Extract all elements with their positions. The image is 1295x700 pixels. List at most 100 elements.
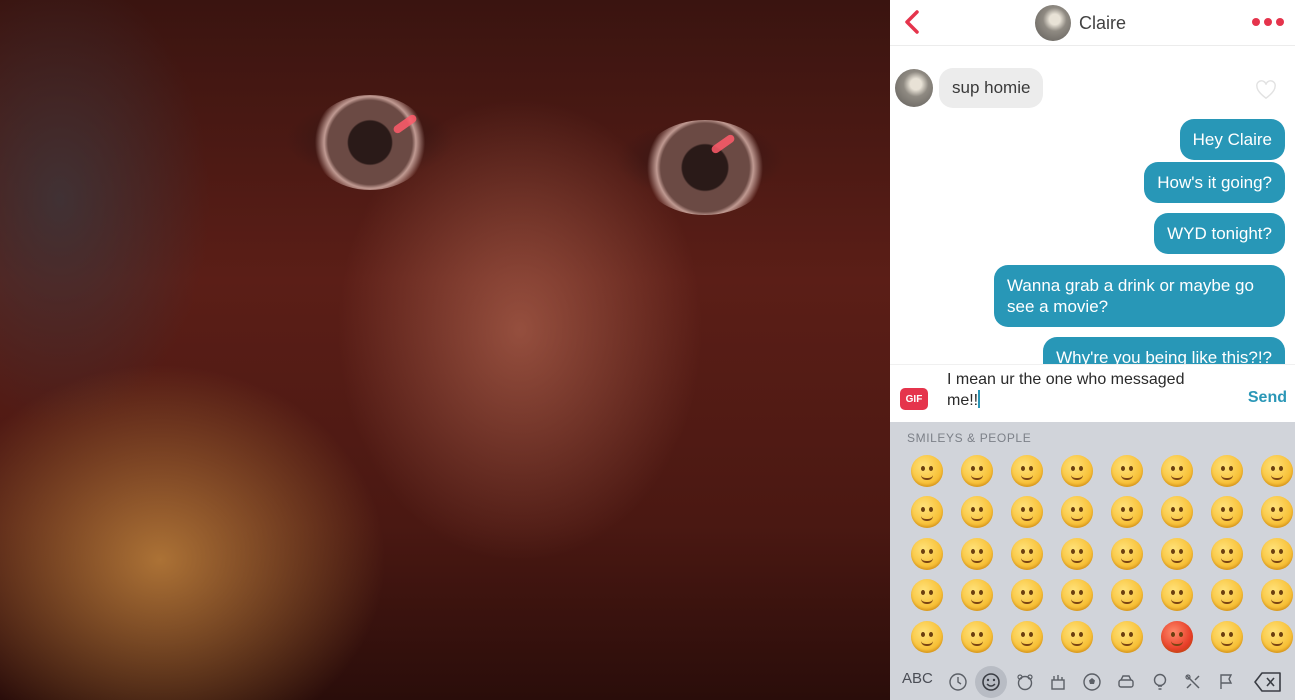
emoji-key[interactable] xyxy=(1002,450,1052,492)
emoji-key[interactable] xyxy=(902,575,952,617)
message-row-incoming: sup homie xyxy=(895,68,1044,108)
emoji-face-icon xyxy=(961,620,993,653)
emoji-key[interactable] xyxy=(952,533,1002,575)
emoji-key[interactable] xyxy=(1252,575,1295,617)
emoji-face-icon xyxy=(1261,496,1293,529)
emoji-key[interactable] xyxy=(1152,575,1202,617)
emoji-face-icon xyxy=(1111,620,1143,653)
emoji-face-icon xyxy=(1261,579,1293,612)
emoji-key[interactable] xyxy=(1102,492,1152,534)
bulb-icon xyxy=(1153,673,1167,690)
emoji-key[interactable] xyxy=(1152,492,1202,534)
emoji-key[interactable] xyxy=(952,616,1002,658)
emoji-key[interactable] xyxy=(952,450,1002,492)
emoji-key[interactable] xyxy=(1252,616,1295,658)
emoji-face-icon xyxy=(1111,496,1143,529)
emoji-key[interactable] xyxy=(1052,492,1102,534)
emoji-face-icon xyxy=(961,579,993,612)
message-list[interactable]: sup homie Hey Claire How's it going? WYD… xyxy=(890,46,1295,364)
chat-header: Claire xyxy=(890,0,1295,46)
emoji-key[interactable] xyxy=(1102,616,1152,658)
emoji-key[interactable] xyxy=(902,492,952,534)
emoji-key[interactable] xyxy=(1102,575,1152,617)
sender-avatar xyxy=(895,69,933,107)
category-animals[interactable] xyxy=(1012,669,1038,695)
symbols-icon xyxy=(1185,674,1200,689)
emoji-key[interactable] xyxy=(952,575,1002,617)
emoji-face-icon xyxy=(1161,496,1193,529)
emoji-key[interactable] xyxy=(1052,575,1102,617)
emoji-face-icon xyxy=(961,454,993,487)
car-icon xyxy=(1118,675,1134,688)
emoji-key[interactable] xyxy=(1002,575,1052,617)
emoji-face-icon xyxy=(1111,537,1143,570)
emoji-key[interactable] xyxy=(1052,616,1102,658)
emoji-key[interactable] xyxy=(1202,575,1252,617)
emoji-face-icon xyxy=(1011,620,1043,653)
message-bubble-outgoing[interactable]: Wanna grab a drink or maybe go see a mov… xyxy=(994,265,1285,327)
message-bubble-incoming[interactable]: sup homie xyxy=(939,68,1044,108)
contact-avatar xyxy=(1035,5,1071,41)
category-food[interactable] xyxy=(1045,669,1071,695)
abc-key[interactable]: ABC xyxy=(902,670,933,687)
emoji-face-icon xyxy=(1161,537,1193,570)
emoji-key[interactable] xyxy=(1002,492,1052,534)
emoji-key[interactable] xyxy=(1202,492,1252,534)
gif-button[interactable]: GIF xyxy=(900,388,928,410)
emoji-face-icon xyxy=(1211,620,1243,653)
emoji-face-icon xyxy=(1011,579,1043,612)
emoji-key[interactable] xyxy=(1152,616,1202,658)
emoji-key[interactable] xyxy=(1052,533,1102,575)
category-flags[interactable] xyxy=(1213,669,1239,695)
emoji-key[interactable] xyxy=(1102,533,1152,575)
emoji-key[interactable] xyxy=(902,533,952,575)
emoji-face-icon xyxy=(1261,537,1293,570)
emoji-face-icon xyxy=(1261,620,1293,653)
message-bubble-outgoing[interactable]: WYD tonight? xyxy=(1154,213,1285,254)
emoji-face-icon xyxy=(911,537,943,570)
emoji-key[interactable] xyxy=(1252,533,1295,575)
emoji-face-icon xyxy=(1161,579,1193,612)
emoji-key[interactable] xyxy=(1052,450,1102,492)
clock-icon xyxy=(949,673,967,691)
emoji-key[interactable] xyxy=(1152,450,1202,492)
category-objects[interactable] xyxy=(1147,669,1173,695)
emoji-key[interactable] xyxy=(902,450,952,492)
emoji-face-icon xyxy=(961,537,993,570)
message-bubble-outgoing[interactable]: Why're you being like this?!? xyxy=(1043,337,1285,364)
emoji-key[interactable] xyxy=(1202,616,1252,658)
emoji-face-icon xyxy=(1061,620,1093,653)
heart-like-icon[interactable] xyxy=(1255,80,1277,100)
emoji-key[interactable] xyxy=(1252,492,1295,534)
category-smileys[interactable] xyxy=(975,666,1007,698)
delete-button[interactable] xyxy=(1253,671,1283,693)
emoji-face-icon xyxy=(1161,620,1193,653)
contact-header[interactable]: Claire xyxy=(1035,5,1126,41)
emoji-key[interactable] xyxy=(952,492,1002,534)
emoji-key[interactable] xyxy=(1202,450,1252,492)
category-activity[interactable] xyxy=(1079,669,1105,695)
emoji-key[interactable] xyxy=(1002,616,1052,658)
emoji-face-icon xyxy=(911,579,943,612)
emoji-key[interactable] xyxy=(1252,450,1295,492)
emoji-key[interactable] xyxy=(1202,533,1252,575)
category-travel[interactable] xyxy=(1113,669,1139,695)
send-button[interactable]: Send xyxy=(1248,389,1287,407)
message-bubble-outgoing[interactable]: Hey Claire xyxy=(1179,119,1285,160)
emoji-face-icon xyxy=(1211,537,1243,570)
emoji-key[interactable] xyxy=(1102,450,1152,492)
photo-left-eye xyxy=(310,95,430,190)
category-symbols[interactable] xyxy=(1180,669,1206,695)
emoji-face-icon xyxy=(911,496,943,529)
more-dots-icon xyxy=(1252,18,1260,26)
emoji-key[interactable] xyxy=(1002,533,1052,575)
message-input[interactable]: I mean ur the one who messaged me!! xyxy=(947,370,1217,416)
text-caret xyxy=(978,390,981,408)
back-button[interactable] xyxy=(900,8,926,36)
more-menu-button[interactable] xyxy=(1251,12,1285,32)
emoji-key[interactable] xyxy=(902,616,952,658)
category-recent[interactable] xyxy=(945,669,971,695)
message-bubble-outgoing[interactable]: How's it going? xyxy=(1144,162,1285,203)
emoji-face-icon xyxy=(1061,496,1093,529)
emoji-key[interactable] xyxy=(1152,533,1202,575)
